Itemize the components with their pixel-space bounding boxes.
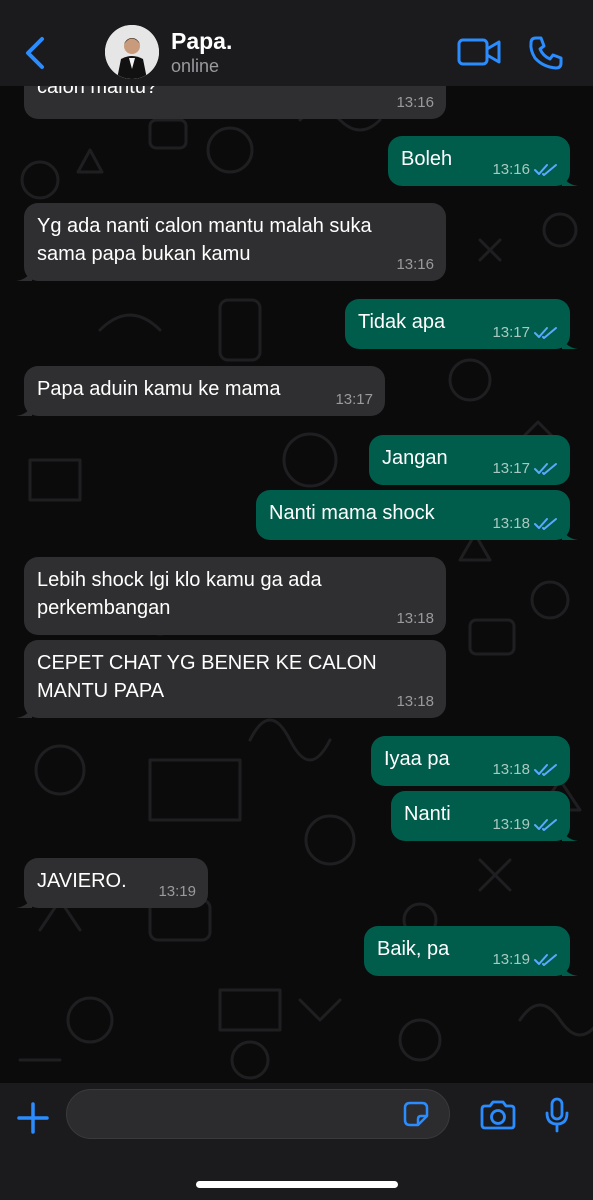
message-meta: 13:17 — [492, 325, 558, 341]
avatar-photo — [105, 25, 159, 79]
bubble-tail — [562, 962, 578, 976]
message-time: 13:19 — [158, 883, 196, 900]
bubble-tail — [16, 704, 32, 718]
read-ticks-icon — [534, 463, 557, 475]
message-meta: 13:18 — [396, 611, 434, 627]
message-meta: 13:18 — [396, 694, 434, 710]
message-meta: 13:18 — [492, 516, 558, 532]
incoming-message[interactable]: CEPET CHAT YG BENER KE CALON MANTU PAPA … — [16, 640, 446, 718]
read-ticks-icon — [534, 764, 557, 776]
camera-icon — [480, 1100, 516, 1130]
message-text: Papa aduin kamu ke mama — [37, 378, 281, 400]
bubble-tail — [16, 267, 32, 281]
video-camera-icon — [457, 38, 501, 66]
message-time: 13:18 — [396, 610, 434, 627]
message-meta: 13:16 — [396, 95, 434, 111]
read-ticks-icon — [534, 819, 557, 831]
incoming-message[interactable]: Yg ada nanti calon mantu malah suka sama… — [16, 203, 446, 281]
attach-button[interactable] — [16, 1101, 50, 1135]
contact-status: online — [171, 56, 220, 76]
outgoing-message[interactable]: Nanti 13:19 — [391, 791, 578, 841]
message-time: 13:16 — [492, 161, 530, 178]
message-time: 13:16 — [396, 94, 434, 111]
outgoing-message[interactable]: Iyaa pa 13:18 — [371, 736, 570, 786]
bubble-tail — [562, 526, 578, 540]
bubble-tail — [562, 335, 578, 349]
incoming-message[interactable]: JAVIERO. 13:19 — [16, 858, 208, 908]
phone-icon — [529, 36, 563, 70]
outgoing-message[interactable]: Baik, pa 13:19 — [364, 926, 578, 976]
outgoing-message[interactable]: Tidak apa 13:17 — [345, 299, 578, 349]
message-text: Yg ada nanti calon mantu malah suka sama… — [37, 215, 372, 265]
message-meta: 13:19 — [158, 884, 196, 900]
outgoing-message[interactable]: Jangan 13:17 — [369, 435, 570, 485]
contact-avatar[interactable] — [105, 25, 159, 79]
message-time: 13:18 — [492, 761, 530, 778]
incoming-message[interactable]: Papa aduin kamu ke mama 13:17 — [16, 366, 385, 416]
message-time: 13:19 — [492, 951, 530, 968]
chat-header: Papa. online — [0, 0, 593, 86]
message-meta: 13:17 — [335, 392, 373, 408]
message-meta: 13:19 — [492, 952, 558, 968]
sticker-icon — [403, 1101, 429, 1127]
outgoing-message[interactable]: Nanti mama shock 13:18 — [256, 490, 578, 540]
message-meta: 13:19 — [492, 817, 558, 833]
chevron-left-icon — [26, 37, 44, 69]
microphone-icon — [545, 1097, 569, 1133]
message-meta: 13:16 — [492, 162, 558, 178]
message-input[interactable] — [66, 1089, 450, 1139]
back-button[interactable] — [18, 34, 52, 72]
bubble-tail — [16, 894, 32, 908]
contact-name[interactable]: Papa. — [171, 28, 232, 55]
outgoing-message[interactable]: Boleh 13:16 — [388, 136, 578, 186]
message-time: 13:18 — [396, 693, 434, 710]
message-meta: 13:17 — [492, 461, 558, 477]
bubble-tail — [16, 402, 32, 416]
incoming-message[interactable]: Lebih shock lgi klo kamu ga ada perkemba… — [24, 557, 446, 635]
read-ticks-icon — [534, 954, 557, 966]
read-ticks-icon — [534, 164, 557, 176]
voice-call-button[interactable] — [527, 34, 565, 72]
video-call-button[interactable] — [456, 36, 502, 68]
message-meta: 13:16 — [396, 257, 434, 273]
read-ticks-icon — [534, 327, 557, 339]
message-time: 13:17 — [492, 460, 530, 477]
message-meta: 13:18 — [492, 762, 558, 778]
home-indicator[interactable] — [196, 1181, 398, 1188]
message-time: 13:17 — [492, 324, 530, 341]
bubble-tail — [562, 827, 578, 841]
composer-bar — [0, 1083, 593, 1200]
message-time: 13:19 — [492, 816, 530, 833]
plus-icon — [17, 1102, 49, 1134]
message-time: 13:17 — [335, 391, 373, 408]
camera-button[interactable] — [479, 1099, 517, 1131]
sticker-button[interactable] — [401, 1099, 431, 1129]
voice-message-button[interactable] — [542, 1097, 572, 1133]
message-text: CEPET CHAT YG BENER KE CALON MANTU PAPA — [37, 652, 377, 702]
message-time: 13:18 — [492, 515, 530, 532]
bubble-tail — [562, 172, 578, 186]
message-time: 13:16 — [396, 256, 434, 273]
message-text: Lebih shock lgi klo kamu ga ada perkemba… — [37, 569, 322, 619]
read-ticks-icon — [534, 518, 557, 530]
